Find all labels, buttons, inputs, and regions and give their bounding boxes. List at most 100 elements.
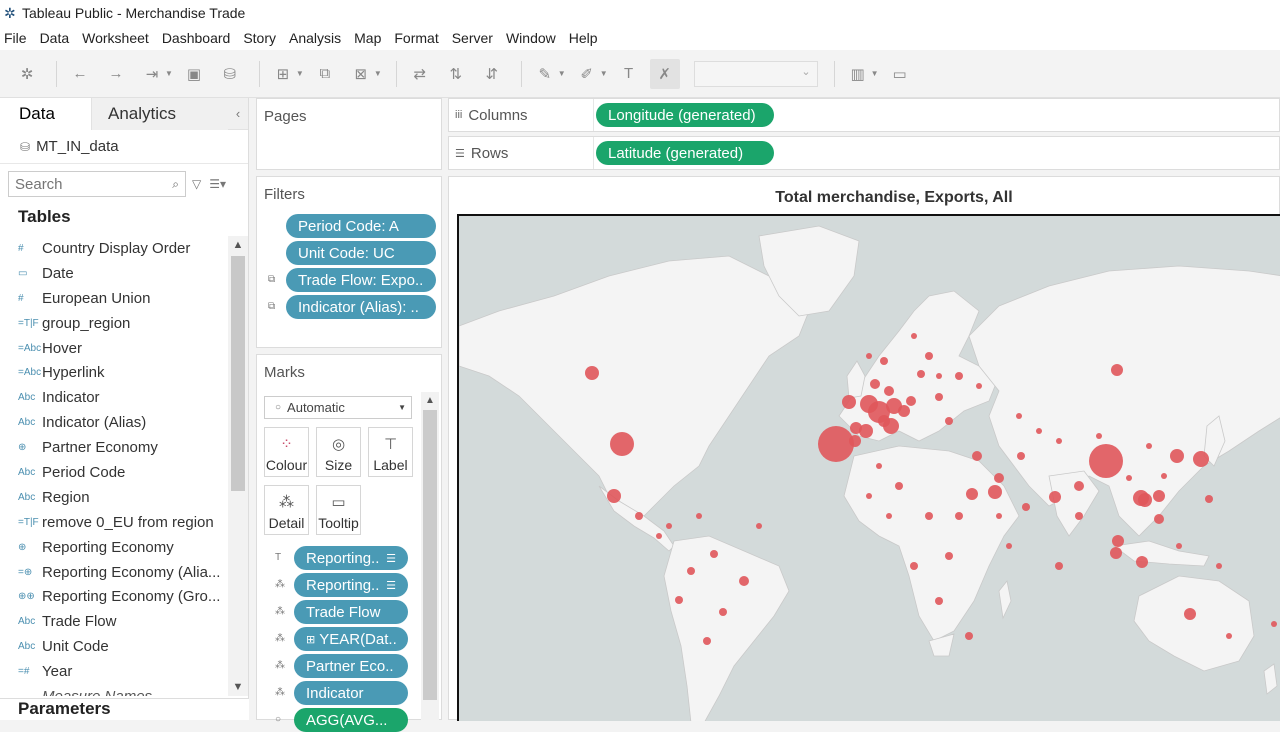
map-mark[interactable] — [849, 435, 861, 447]
label-button[interactable]: ⊤ Label — [368, 427, 413, 477]
map-mark[interactable] — [996, 513, 1002, 519]
map-mark[interactable] — [878, 415, 890, 427]
group-dropdown-icon[interactable]: ▼ — [600, 69, 608, 78]
marks-pill[interactable]: Reporting.. ☰ — [294, 573, 408, 597]
map-mark[interactable] — [1184, 608, 1196, 620]
field-item[interactable]: =# Year — [0, 659, 228, 684]
size-button[interactable]: ◎ Size — [316, 427, 361, 477]
map-mark[interactable] — [842, 395, 856, 409]
map-mark[interactable] — [1176, 543, 1182, 549]
rows-shelf[interactable]: ☰ Rows Latitude (generated) — [448, 136, 1280, 170]
swap-rows-columns-icon[interactable]: ⇄ — [405, 59, 435, 89]
map-mark[interactable] — [860, 395, 878, 413]
save-icon[interactable]: ▣ — [179, 59, 209, 89]
map-mark[interactable] — [1161, 473, 1167, 479]
rows-pill[interactable]: Latitude (generated) — [596, 141, 774, 165]
map-mark[interactable] — [675, 596, 683, 604]
search-input[interactable] — [15, 175, 155, 193]
clear-sheet-icon[interactable]: ⊠ — [346, 59, 376, 89]
menu-story[interactable]: Story — [243, 30, 276, 46]
map-mark[interactable] — [666, 523, 672, 529]
map-mark[interactable] — [1216, 563, 1222, 569]
map-mark[interactable] — [988, 485, 1002, 499]
map-mark[interactable] — [1074, 481, 1084, 491]
undo-icon[interactable]: ← — [65, 59, 95, 89]
filter-pill[interactable]: Trade Flow: Expo.. — [286, 268, 436, 292]
collapse-pane-icon[interactable]: ‹ — [228, 98, 248, 129]
map-mark[interactable] — [1055, 562, 1063, 570]
search-icon[interactable]: ⌕ — [172, 177, 179, 192]
marks-pill[interactable]: Partner Eco.. — [294, 654, 408, 678]
map-mark[interactable] — [906, 396, 916, 406]
map-mark[interactable] — [818, 426, 854, 462]
marks-pill[interactable]: Reporting.. ☰ — [294, 546, 408, 570]
field-item[interactable]: Abc Region — [0, 485, 228, 510]
map-mark[interactable] — [876, 463, 882, 469]
map-mark[interactable] — [870, 379, 880, 389]
menu-dashboard[interactable]: Dashboard — [162, 30, 231, 46]
filter-icon[interactable]: ▽ — [192, 177, 201, 191]
marks-pill[interactable]: ⊞ YEAR(Dat.. — [294, 627, 408, 651]
fit-dropdown[interactable] — [693, 60, 818, 87]
field-item[interactable]: # Country Display Order — [0, 236, 228, 261]
field-item[interactable]: ⊕ Reporting Economy — [0, 535, 228, 560]
map-mark[interactable] — [1153, 490, 1165, 502]
map-mark[interactable] — [994, 473, 1004, 483]
field-item[interactable]: Abc Indicator — [0, 385, 228, 410]
field-item[interactable]: =T|F remove 0_EU from region — [0, 510, 228, 535]
menu-data[interactable]: Data — [40, 30, 70, 46]
presentation-mode-icon[interactable]: ▭ — [885, 59, 915, 89]
marks-pill[interactable]: Trade Flow — [294, 600, 408, 624]
scroll-down-icon[interactable]: ▼ — [228, 678, 248, 696]
map-mark[interactable] — [1271, 621, 1277, 627]
filter-pill[interactable]: Unit Code: UC — [286, 241, 436, 265]
field-item[interactable]: =Abc Hover — [0, 336, 228, 361]
map-mark[interactable] — [585, 366, 599, 380]
map-mark[interactable] — [1056, 438, 1062, 444]
duplicate-sheet-icon[interactable]: ⧉ — [310, 59, 340, 89]
map-mark[interactable] — [866, 353, 872, 359]
map-mark[interactable] — [1146, 443, 1152, 449]
mark-type-dropdown[interactable]: ○ Automatic ▼ — [264, 396, 412, 419]
map-mark[interactable] — [1016, 413, 1022, 419]
columns-shelf[interactable]: iii Columns Longitude (generated) — [448, 98, 1280, 132]
map-mark[interactable] — [955, 512, 963, 520]
columns-pill[interactable]: Longitude (generated) — [596, 103, 774, 127]
map-mark[interactable] — [610, 432, 634, 456]
map-mark[interactable] — [972, 451, 982, 461]
menu-worksheet[interactable]: Worksheet — [82, 30, 149, 46]
map-mark[interactable] — [687, 567, 695, 575]
map-container[interactable] — [457, 214, 1280, 721]
replay-dropdown-icon[interactable]: ▼ — [165, 69, 173, 78]
tableau-home-icon[interactable]: ✲ — [12, 59, 42, 89]
marks-pill[interactable]: Indicator — [294, 681, 408, 705]
redo-icon[interactable]: → — [101, 59, 131, 89]
map-mark[interactable] — [1036, 428, 1042, 434]
map-mark[interactable] — [1110, 547, 1122, 559]
show-me-dropdown-icon[interactable]: ▼ — [871, 69, 879, 78]
map-mark[interactable] — [955, 372, 963, 380]
menu-help[interactable]: Help — [569, 30, 598, 46]
field-list-scrollbar[interactable]: ▲ ▼ — [228, 236, 248, 696]
field-item[interactable]: ⊕ Partner Economy — [0, 435, 228, 460]
field-item[interactable]: Abc Trade Flow — [0, 609, 228, 634]
search-box[interactable]: ⌕ — [8, 171, 186, 197]
map-mark[interactable] — [656, 533, 662, 539]
show-mark-labels-icon[interactable]: T — [614, 59, 644, 89]
map-mark[interactable] — [1193, 451, 1209, 467]
detail-button[interactable]: ⁂ Detail — [264, 485, 309, 535]
new-datasource-icon[interactable]: ⛁ — [215, 59, 245, 89]
map-mark[interactable] — [1112, 535, 1124, 547]
highlight-dropdown-icon[interactable]: ▼ — [558, 69, 566, 78]
field-item[interactable]: Abc Indicator (Alias) — [0, 410, 228, 435]
map-mark[interactable] — [710, 550, 718, 558]
tab-data[interactable]: Data — [0, 98, 92, 130]
map-mark[interactable] — [976, 383, 982, 389]
highlight-icon[interactable]: ✎ — [530, 59, 560, 89]
map-mark[interactable] — [886, 513, 892, 519]
field-item[interactable]: Abc Period Code — [0, 460, 228, 485]
map-mark[interactable] — [756, 523, 762, 529]
field-item[interactable]: =T|F group_region — [0, 311, 228, 336]
map-mark[interactable] — [935, 597, 943, 605]
menu-format[interactable]: Format — [394, 30, 438, 46]
